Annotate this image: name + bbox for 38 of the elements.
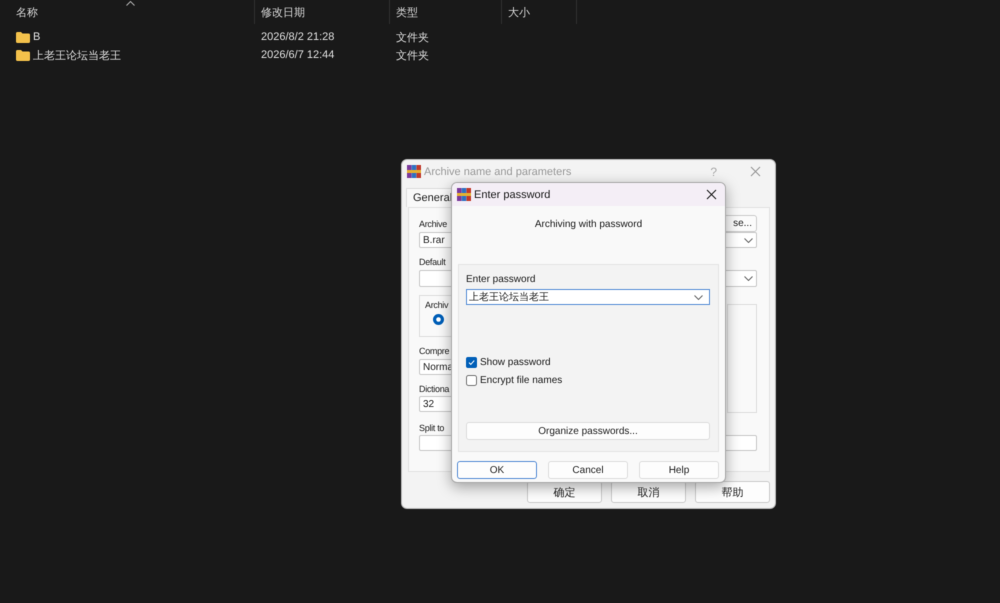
window-title: Archive name and parameters [424, 166, 572, 178]
dialog-button[interactable]: 取消 [611, 481, 686, 503]
column-header[interactable]: 修改日期 [261, 4, 305, 20]
column-header[interactable]: 大小 [508, 4, 530, 20]
organize-passwords-button[interactable]: Organize passwords... [466, 422, 710, 440]
dialog-button[interactable]: Cancel [548, 461, 628, 479]
checkbox[interactable] [466, 375, 477, 386]
field-label: Compre [419, 344, 450, 358]
folder-icon [16, 50, 30, 60]
dialog-button[interactable]: 帮助 [695, 481, 770, 503]
checkbox-label[interactable]: Encrypt file names [480, 375, 562, 386]
checkbox[interactable] [466, 357, 477, 368]
dialog-heading: Archiving with password [534, 218, 644, 232]
field-label: Dictiona [419, 382, 450, 396]
field-label: Enter password [466, 273, 536, 287]
file-name[interactable]: 上老王论坛当老王 [33, 48, 121, 62]
close-icon[interactable] [706, 189, 717, 200]
password-field[interactable]: 上老王论坛当老王 [466, 289, 710, 305]
folder-icon [16, 32, 30, 42]
checkbox-label[interactable]: Show password [480, 357, 551, 368]
archive-app-icon [457, 188, 471, 201]
archive-app-icon [407, 165, 421, 178]
field-label: Default [419, 256, 446, 268]
field-label: Archive [419, 218, 447, 230]
group-label: Archiv [425, 300, 448, 310]
file-type: 文件夹 [396, 50, 429, 62]
column-header[interactable]: 类型 [396, 4, 418, 20]
dialog-button[interactable]: Help [639, 461, 719, 479]
file-type: 文件夹 [396, 32, 429, 44]
dialog-button[interactable]: OK [457, 461, 537, 479]
file-name[interactable]: B [33, 31, 40, 43]
modified-date: 2026/6/7 12:44 [261, 49, 334, 61]
window-title: Enter password [474, 188, 552, 200]
radio-button[interactable] [433, 314, 444, 325]
field-label: Split to [419, 422, 444, 435]
dialog-button[interactable]: 确定 [527, 481, 602, 503]
modified-date: 2026/8/2 21:28 [261, 31, 334, 43]
column-header[interactable]: 名称 [16, 4, 38, 20]
